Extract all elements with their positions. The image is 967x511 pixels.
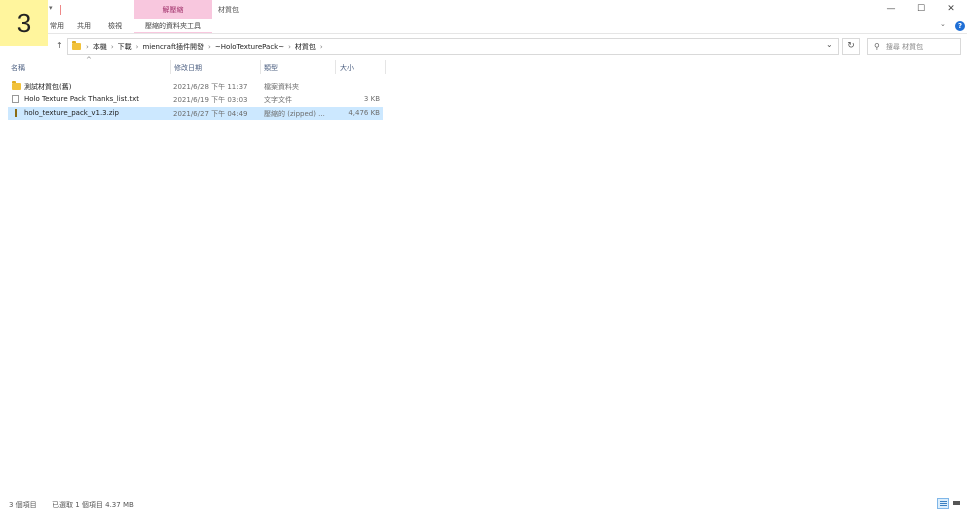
search-input[interactable]: ⚲ 搜尋 材質包 bbox=[867, 38, 961, 55]
file-size: 3 KB bbox=[363, 95, 380, 103]
maximize-button[interactable]: ☐ bbox=[911, 2, 931, 16]
column-divider[interactable] bbox=[385, 60, 386, 74]
folder-icon bbox=[72, 41, 81, 50]
file-name: Holo Texture Pack Thanks_list.txt bbox=[24, 95, 139, 103]
breadcrumb-this-pc[interactable]: 本機 bbox=[93, 42, 107, 52]
column-header-name[interactable]: 名稱 bbox=[11, 63, 25, 73]
help-icon[interactable]: ? bbox=[955, 21, 965, 31]
tab-compressed-folder-tools[interactable]: 壓縮的資料夾工具 bbox=[134, 19, 212, 34]
minimize-button[interactable]: — bbox=[881, 2, 901, 16]
refresh-button[interactable]: ↻ bbox=[842, 38, 860, 55]
file-type: 壓縮的 (zipped) ... bbox=[264, 110, 325, 118]
column-header-type[interactable]: 類型 bbox=[264, 63, 278, 73]
chevron-right-icon: › bbox=[319, 42, 323, 51]
refresh-icon: ↻ bbox=[847, 41, 855, 51]
sort-ascending-icon: ^ bbox=[86, 56, 92, 64]
file-row-selected[interactable]: holo_texture_pack_v1.3.zip 2021/6/27 下午 … bbox=[8, 107, 383, 120]
column-divider[interactable] bbox=[260, 60, 261, 74]
tab-share[interactable]: 共用 bbox=[77, 21, 91, 31]
chevron-right-icon: › bbox=[288, 42, 291, 51]
file-date: 2021/6/27 下午 04:49 bbox=[173, 110, 248, 118]
tab-view[interactable]: 檢視 bbox=[108, 21, 122, 31]
column-divider[interactable] bbox=[335, 60, 336, 74]
breadcrumb-downloads[interactable]: 下載 bbox=[118, 42, 132, 52]
column-header-date[interactable]: 修改日期 bbox=[174, 63, 202, 73]
file-size: 4,476 KB bbox=[348, 109, 380, 117]
address-bar[interactable]: › 本機 › 下載 › miencraft插件開發 › ~HoloTexture… bbox=[67, 38, 839, 55]
tab-home[interactable]: 常用 bbox=[50, 21, 64, 31]
breadcrumb-plugin-dev[interactable]: miencraft插件開發 bbox=[142, 42, 204, 52]
window-title: 材質包 bbox=[218, 6, 239, 14]
column-header-size[interactable]: 大小 bbox=[340, 63, 354, 73]
search-placeholder: 搜尋 材質包 bbox=[885, 42, 924, 51]
chevron-right-icon: › bbox=[86, 42, 89, 51]
address-dropdown-chevron-icon[interactable]: ⌄ bbox=[826, 40, 833, 49]
ribbon-expand-chevron-icon[interactable]: ⌄ bbox=[940, 20, 946, 28]
breadcrumb-holotexturepack[interactable]: ~HoloTexturePack~ bbox=[215, 43, 284, 51]
search-icon: ⚲ bbox=[874, 42, 880, 51]
status-item-count: 3 個項目 bbox=[9, 501, 37, 509]
chevron-right-icon: › bbox=[110, 42, 114, 51]
breadcrumb-texture-pack[interactable]: 材質包 bbox=[295, 42, 316, 52]
details-view-button[interactable] bbox=[937, 498, 949, 509]
close-button[interactable]: ✕ bbox=[941, 2, 961, 16]
chevron-right-icon: › bbox=[135, 42, 139, 51]
quick-access-chevron-icon[interactable]: ▾ bbox=[49, 4, 53, 12]
quick-access-separator bbox=[60, 5, 61, 15]
column-divider[interactable] bbox=[170, 60, 171, 74]
file-date: 2021/6/28 下午 11:37 bbox=[173, 83, 248, 91]
up-arrow-icon[interactable]: ↑ bbox=[56, 41, 63, 50]
text-file-icon bbox=[12, 95, 19, 103]
step-number-badge: 3 bbox=[0, 0, 48, 46]
ribbon-divider bbox=[0, 33, 967, 34]
file-type: 檔案資料夾 bbox=[264, 83, 299, 91]
file-row[interactable]: 測試材質包(舊) 2021/6/28 下午 11:37 檔案資料夾 bbox=[8, 80, 383, 93]
folder-icon bbox=[12, 81, 21, 90]
file-date: 2021/6/19 下午 03:03 bbox=[173, 96, 248, 104]
file-type: 文字文件 bbox=[264, 96, 292, 104]
file-row[interactable]: Holo Texture Pack Thanks_list.txt 2021/6… bbox=[8, 93, 383, 106]
file-name: holo_texture_pack_v1.3.zip bbox=[24, 109, 119, 117]
chevron-right-icon: › bbox=[208, 42, 211, 51]
file-name: 測試材質包(舊) bbox=[24, 83, 72, 91]
large-icons-view-button[interactable] bbox=[951, 498, 963, 509]
status-selection: 已選取 1 個項目 4.37 MB bbox=[52, 501, 134, 509]
context-tab-extract[interactable]: 解壓縮 bbox=[134, 0, 212, 19]
